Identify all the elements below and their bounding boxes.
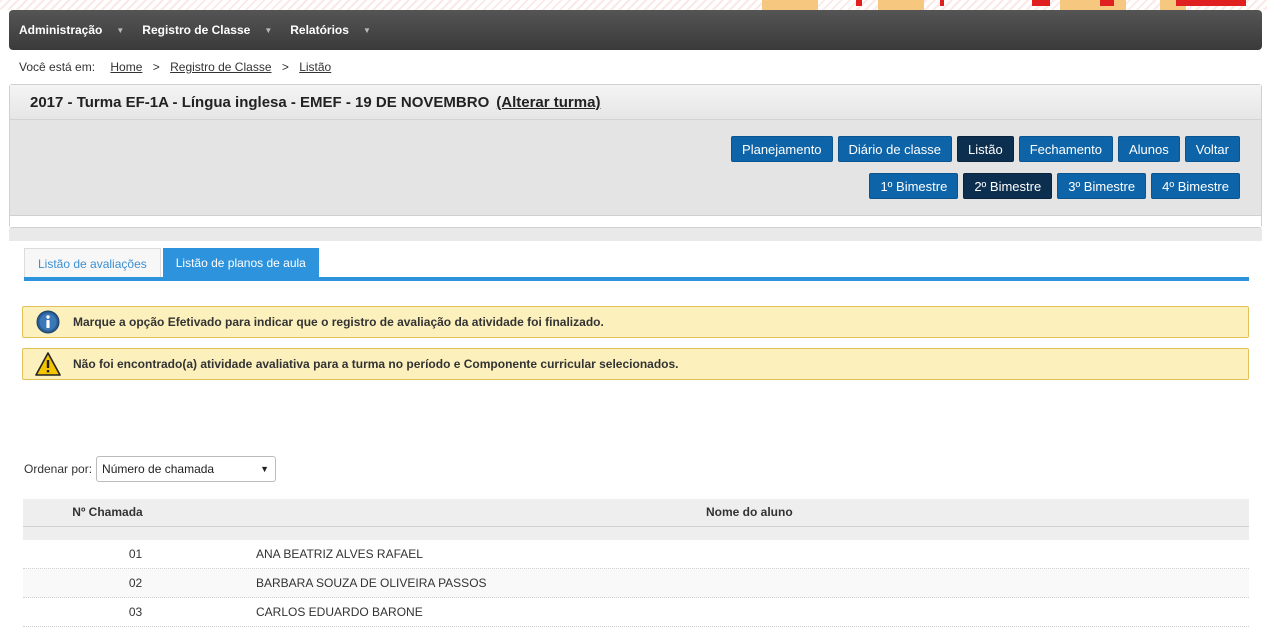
fechamento-button[interactable]: Fechamento: [1018, 136, 1113, 162]
planejamento-button[interactable]: Planejamento: [731, 136, 833, 162]
nav-label: Relatórios: [290, 23, 349, 37]
class-panel-body: Planejamento Diário de classe Listão Fec…: [10, 120, 1261, 216]
nav-label: Registro de Classe: [142, 23, 251, 37]
info-icon: [23, 310, 73, 334]
caret-down-icon: ▼: [264, 25, 273, 35]
section-buttons: Planejamento Diário de classe Listão Fec…: [731, 136, 1240, 162]
caret-down-icon: ▼: [116, 25, 125, 35]
class-panel-header: 2017 - Turma EF-1A - Língua inglesa - EM…: [10, 85, 1261, 120]
nav-relatorios[interactable]: Relatórios ▼: [290, 23, 379, 37]
order-by-value: Número de chamada: [102, 462, 215, 476]
nav-administracao[interactable]: Administração ▼: [19, 23, 132, 37]
tab-listao-de-planos-de-aula[interactable]: Listão de planos de aula: [162, 248, 319, 278]
main-navbar: Administração ▼ Registro de Classe ▼ Rel…: [9, 10, 1262, 50]
row-student-name: BARBARA SOUZA DE OLIVEIRA PASSOS: [256, 576, 487, 590]
voltar-button[interactable]: Voltar: [1184, 136, 1240, 162]
table-row: 01 ANA BEATRIZ ALVES RAFAEL: [23, 540, 1249, 569]
bimester-buttons: 1º Bimestre 2º Bimestre 3º Bimestre 4º B…: [869, 173, 1240, 199]
tab-listao-de-avaliacoes[interactable]: Listão de avaliações: [24, 248, 161, 278]
info-alert: Marque a opção Efetivado para indicar qu…: [22, 306, 1249, 338]
tab-underline: [24, 277, 1249, 281]
bimestre-1-button[interactable]: 1º Bimestre: [869, 173, 959, 199]
bimestre-3-button[interactable]: 3º Bimestre: [1057, 173, 1147, 199]
table-row: 03 CARLOS EDUARDO BARONE: [23, 598, 1249, 627]
order-by: Ordenar por: Número de chamada ▼: [24, 456, 277, 482]
bimestre-4-button[interactable]: 4º Bimestre: [1151, 173, 1240, 199]
breadcrumb-registro-de-classe[interactable]: Registro de Classe: [170, 60, 271, 74]
class-title: 2017 - Turma EF-1A - Língua inglesa - EM…: [30, 93, 490, 111]
warning-alert: Não foi encontrado(a) atividade avaliati…: [22, 348, 1249, 380]
class-panel: 2017 - Turma EF-1A - Língua inglesa - EM…: [9, 84, 1262, 228]
section-divider: [9, 228, 1262, 241]
listao-button[interactable]: Listão: [957, 136, 1014, 162]
row-student-name: ANA BEATRIZ ALVES RAFAEL: [256, 547, 423, 561]
chevron-down-icon: ▼: [260, 464, 270, 474]
row-student-name: CARLOS EDUARDO BARONE: [256, 605, 423, 619]
alter-class-link[interactable]: (Alterar turma): [496, 94, 600, 111]
header-nome-do-aluno: Nome do aluno: [706, 505, 793, 519]
row-number: 03: [128, 605, 143, 619]
breadcrumb: Você está em: Home > Registro de Classe …: [19, 60, 331, 74]
bimestre-2-button[interactable]: 2º Bimestre: [963, 173, 1053, 199]
nav-label: Administração: [19, 23, 103, 37]
breadcrumb-prefix: Você está em:: [19, 60, 96, 74]
nav-registro-de-classe[interactable]: Registro de Classe ▼: [142, 23, 280, 37]
order-by-label: Ordenar por:: [24, 462, 93, 476]
students-table: Nº Chamada Nome do aluno 01 ANA BEATRIZ …: [23, 499, 1249, 627]
info-alert-text: Marque a opção Efetivado para indicar qu…: [73, 315, 604, 329]
diario-de-classe-button[interactable]: Diário de classe: [837, 136, 953, 162]
warning-alert-text: Não foi encontrado(a) atividade avaliati…: [73, 357, 679, 371]
breadcrumb-home[interactable]: Home: [110, 60, 142, 74]
alunos-button[interactable]: Alunos: [1118, 136, 1180, 162]
breadcrumb-separator: >: [281, 60, 289, 74]
table-header: Nº Chamada Nome do aluno: [23, 499, 1249, 527]
header-numero-chamada: Nº Chamada: [72, 505, 143, 519]
row-number: 01: [128, 547, 143, 561]
row-number: 02: [128, 576, 143, 590]
caret-down-icon: ▼: [362, 25, 371, 35]
tab-bar: Listão de avaliações Listão de planos de…: [24, 248, 319, 278]
warning-icon: [23, 352, 73, 376]
breadcrumb-separator: >: [152, 60, 160, 74]
class-panel-footer: [10, 216, 1261, 227]
order-by-select[interactable]: Número de chamada ▼: [96, 456, 277, 482]
breadcrumb-listao[interactable]: Listão: [299, 60, 331, 74]
table-row: 02 BARBARA SOUZA DE OLIVEIRA PASSOS: [23, 569, 1249, 598]
table-filter-row: [23, 527, 1249, 540]
header-decoration: [0, 0, 1267, 10]
